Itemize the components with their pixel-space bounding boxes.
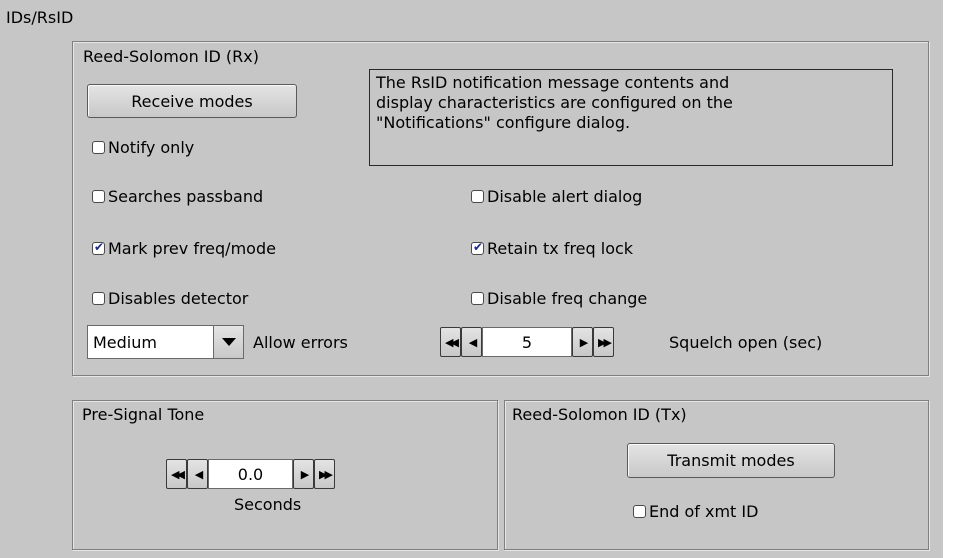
- squelch-label: Squelch open (sec): [669, 333, 823, 352]
- squelch-value[interactable]: 5: [482, 327, 572, 357]
- mark-prev-freq-mode-checkbox[interactable]: ✔ Mark prev freq/mode: [92, 239, 276, 258]
- checkmark-icon: ✔: [93, 240, 105, 254]
- disable-freq-change-label: Disable freq change: [487, 289, 648, 308]
- searches-passband-checkbox[interactable]: Searches passband: [92, 187, 263, 206]
- notify-only-checkbox[interactable]: Notify only: [92, 138, 194, 157]
- checkbox-box[interactable]: ✔: [92, 240, 105, 255]
- checkbox-box[interactable]: [92, 141, 105, 154]
- squelch-counter: ◀◀ ◀ 5 ▶ ▶▶: [440, 327, 614, 357]
- back-icon[interactable]: ◀: [461, 327, 482, 357]
- disable-alert-dialog-label: Disable alert dialog: [487, 187, 643, 206]
- checkbox-box[interactable]: ✔: [471, 240, 484, 255]
- disable-alert-dialog-checkbox[interactable]: Disable alert dialog: [471, 187, 642, 206]
- rsid-tab-panel: IDs/RsID Reed-Solomon ID (Rx) Receive mo…: [0, 0, 943, 558]
- checkbox-box[interactable]: [471, 190, 484, 203]
- transmit-modes-button[interactable]: Transmit modes: [627, 443, 835, 478]
- disables-detector-label: Disables detector: [108, 289, 249, 308]
- checkbox-box[interactable]: [471, 292, 484, 305]
- receive-modes-button[interactable]: Receive modes: [87, 84, 297, 118]
- pre-signal-tone-title: Pre-Signal Tone: [82, 405, 205, 424]
- rx-frame-title: Reed-Solomon ID (Rx): [83, 47, 259, 66]
- receive-modes-label: Receive modes: [131, 91, 253, 111]
- fast-back-icon[interactable]: ◀◀: [166, 459, 187, 489]
- allow-errors-value: Medium: [93, 332, 157, 352]
- allow-errors-dropdown[interactable]: Medium: [87, 325, 244, 359]
- checkbox-box[interactable]: [633, 505, 646, 518]
- forward-icon[interactable]: ▶: [293, 459, 314, 489]
- notification-info-box: The RsID notification message contents a…: [369, 69, 893, 166]
- mark-prev-freq-mode-label: Mark prev freq/mode: [108, 239, 276, 258]
- notice-line: display characteristics are configured o…: [376, 93, 733, 112]
- allow-errors-label: Allow errors: [253, 333, 348, 352]
- checkbox-box[interactable]: [92, 190, 105, 203]
- back-icon[interactable]: ◀: [187, 459, 208, 489]
- transmit-modes-label: Transmit modes: [667, 451, 795, 470]
- end-of-xmt-id-checkbox[interactable]: End of xmt ID: [633, 502, 758, 521]
- pre-signal-value[interactable]: 0.0: [208, 459, 293, 489]
- disables-detector-checkbox[interactable]: Disables detector: [92, 289, 248, 308]
- notice-line: The RsID notification message contents a…: [376, 73, 730, 92]
- forward-icon[interactable]: ▶: [572, 327, 593, 357]
- notify-only-label: Notify only: [108, 138, 195, 157]
- retain-tx-freq-lock-checkbox[interactable]: ✔ Retain tx freq lock: [471, 239, 633, 258]
- fast-forward-icon[interactable]: ▶▶: [593, 327, 614, 357]
- checkbox-box[interactable]: [92, 292, 105, 305]
- seconds-label: Seconds: [234, 495, 302, 514]
- fast-back-icon[interactable]: ◀◀: [440, 327, 461, 357]
- end-of-xmt-id-label: End of xmt ID: [649, 502, 759, 521]
- tx-frame-title: Reed-Solomon ID (Tx): [512, 405, 687, 424]
- disable-freq-change-checkbox[interactable]: Disable freq change: [471, 289, 647, 308]
- retain-tx-freq-lock-label: Retain tx freq lock: [487, 239, 634, 258]
- tab-label[interactable]: IDs/RsID: [6, 8, 73, 27]
- pre-signal-counter: ◀◀ ◀ 0.0 ▶ ▶▶: [166, 459, 335, 489]
- checkmark-icon: ✔: [472, 240, 484, 254]
- notice-line: "Notifications" configure dialog.: [376, 113, 631, 132]
- searches-passband-label: Searches passband: [108, 187, 264, 206]
- fast-forward-icon[interactable]: ▶▶: [314, 459, 335, 489]
- chevron-down-icon[interactable]: [213, 326, 243, 358]
